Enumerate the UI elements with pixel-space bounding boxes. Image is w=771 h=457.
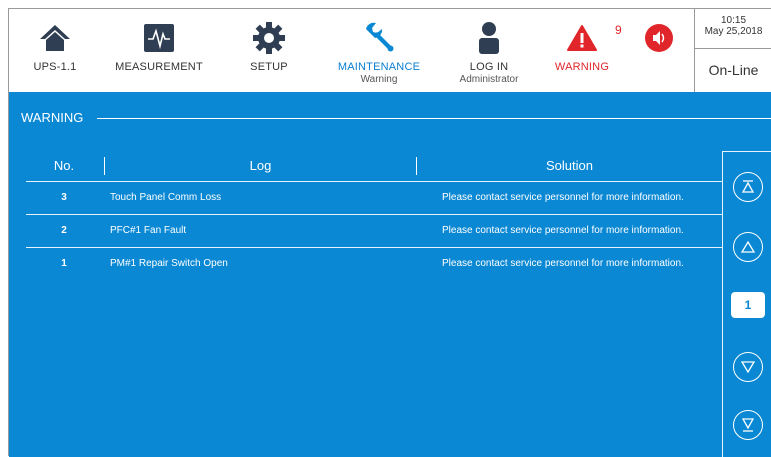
ups-status: On-Line xyxy=(708,62,759,78)
home-icon xyxy=(38,21,72,55)
previous-page-button[interactable] xyxy=(733,232,763,262)
nav-ups-label: UPS-1.1 xyxy=(33,61,77,73)
row-solution: Please contact service personnel for mor… xyxy=(442,225,684,236)
warning-log-panel: WARNING No. Log Solution 3 Touch Panel C… xyxy=(9,92,771,457)
first-page-icon xyxy=(741,180,755,193)
warning-triangle-icon: 9 xyxy=(567,21,622,55)
table-row[interactable]: 2 PFC#1 Fan Fault Please contact service… xyxy=(26,215,722,248)
user-icon xyxy=(476,21,502,55)
top-navigation-bar: UPS-1.1 MEASUREMENT SETUP MAINTENANCE Wa… xyxy=(9,9,771,92)
waveform-icon xyxy=(144,21,174,55)
nav-measurement-label: MEASUREMENT xyxy=(115,61,203,73)
clock: 10:15 May 25,2018 xyxy=(695,9,771,49)
page-navigation: 1 xyxy=(722,151,771,457)
section-divider xyxy=(97,118,771,119)
current-page-indicator: 1 xyxy=(731,292,765,318)
table-header: No. Log Solution xyxy=(26,151,722,182)
row-log: PM#1 Repair Switch Open xyxy=(110,258,228,269)
up-arrow-icon xyxy=(740,240,756,253)
clock-time: 10:15 xyxy=(720,15,747,26)
section-title: WARNING xyxy=(21,110,84,125)
nav-maintenance-label: MAINTENANCE xyxy=(337,61,421,73)
warning-log-table: No. Log Solution 3 Touch Panel Comm Loss… xyxy=(26,151,722,280)
first-page-button[interactable] xyxy=(733,172,763,202)
wrench-icon xyxy=(362,21,396,55)
down-arrow-icon xyxy=(740,361,756,374)
nav-ups[interactable]: UPS-1.1 xyxy=(27,9,83,92)
row-solution: Please contact service personnel for mor… xyxy=(442,192,684,203)
last-page-button[interactable] xyxy=(733,410,763,440)
column-header-log: Log xyxy=(249,158,272,173)
clock-status-panel: 10:15 May 25,2018 On-Line xyxy=(694,9,771,92)
nav-measurement[interactable]: MEASUREMENT xyxy=(111,9,207,92)
nav-login-label: LOG IN xyxy=(469,61,509,73)
row-number: 3 xyxy=(61,192,67,203)
row-number: 1 xyxy=(61,258,67,269)
next-page-button[interactable] xyxy=(733,352,763,382)
last-page-icon xyxy=(741,418,755,432)
row-log: Touch Panel Comm Loss xyxy=(110,192,222,203)
column-header-solution: Solution xyxy=(546,158,593,173)
warning-count-badge: 9 xyxy=(615,23,622,37)
nav-warning[interactable]: 9 WARNING xyxy=(547,9,622,92)
nav-login[interactable]: LOG IN Administrator xyxy=(449,9,529,92)
gear-icon xyxy=(252,21,286,55)
row-solution: Please contact service personnel for mor… xyxy=(442,258,684,269)
table-row[interactable]: 3 Touch Panel Comm Loss Please contact s… xyxy=(26,182,722,215)
column-header-no: No. xyxy=(53,158,75,173)
row-number: 2 xyxy=(61,225,67,236)
nav-setup[interactable]: SETUP xyxy=(241,9,297,92)
ups-touch-panel: UPS-1.1 MEASUREMENT SETUP MAINTENANCE Wa… xyxy=(8,8,771,457)
nav-warning-label: WARNING xyxy=(554,61,610,73)
nav-login-sublabel: Administrator xyxy=(459,74,519,85)
sound-toggle-button[interactable] xyxy=(639,9,679,92)
nav-maintenance-sublabel: Warning xyxy=(360,74,398,85)
row-log: PFC#1 Fan Fault xyxy=(110,225,187,236)
speaker-icon xyxy=(644,21,674,55)
table-row[interactable]: 1 PM#1 Repair Switch Open Please contact… xyxy=(26,248,722,280)
nav-setup-label: SETUP xyxy=(250,61,288,73)
clock-date: May 25,2018 xyxy=(704,26,763,37)
nav-maintenance[interactable]: MAINTENANCE Warning xyxy=(331,9,427,92)
